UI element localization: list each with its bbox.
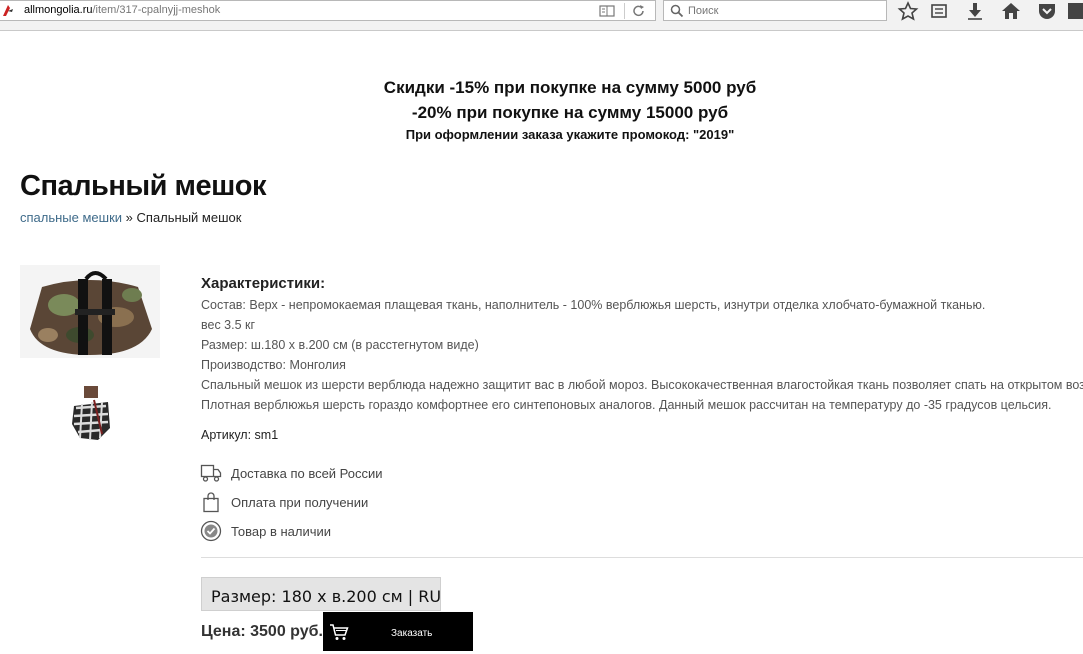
section-divider xyxy=(201,557,1083,558)
promo-line-1: Скидки -15% при покупке на сумму 5000 ру… xyxy=(383,78,757,97)
browser-toolbar: allmongolia.ru/item/317-cpalnyjj-meshok xyxy=(0,0,1083,31)
product-sku: Артикул: sm1 xyxy=(201,428,279,442)
size-selected-value: Размер: 180 х в.200 см | RUB xyxy=(211,587,441,606)
spec-composition: Состав: Верх - непромокаемая плащевая тк… xyxy=(201,298,986,312)
feature-in-stock-label: Товар в наличии xyxy=(231,524,332,539)
order-button[interactable]: Заказать xyxy=(323,612,473,651)
breadcrumb: спальные мешки » Спальный мешок xyxy=(20,210,241,225)
reader-view-icon[interactable] xyxy=(598,3,616,19)
url-separator xyxy=(624,3,625,19)
breadcrumb-current: Спальный мешок xyxy=(136,210,242,225)
check-circle-icon xyxy=(200,520,222,542)
product-image-main[interactable] xyxy=(20,265,160,358)
size-select[interactable]: Размер: 180 х в.200 см | RUB xyxy=(201,577,441,611)
spec-size: Размер: ш.180 х в.200 см (в расстегнутом… xyxy=(201,338,479,352)
download-icon[interactable] xyxy=(964,1,986,21)
bookmark-star-icon[interactable] xyxy=(897,1,919,21)
promo-code-note: При оформлении заказа укажите промокод: … xyxy=(405,127,735,142)
breadcrumb-link-sleeping-bags[interactable]: спальные мешки xyxy=(20,210,122,225)
spec-description-1: Спальный мешок из шерсти верблюда надежн… xyxy=(201,378,1083,392)
feature-payment-label: Оплата при получении xyxy=(231,495,369,510)
feature-delivery-label: Доставка по всей России xyxy=(231,466,383,481)
overflow-menu-icon[interactable] xyxy=(1068,1,1083,21)
product-price: Цена: 3500 руб. xyxy=(201,623,323,640)
spec-weight: вес 3.5 кг xyxy=(201,318,256,332)
search-icon xyxy=(670,4,684,18)
cart-icon xyxy=(330,624,349,640)
address-bar[interactable]: allmongolia.ru/item/317-cpalnyjj-meshok xyxy=(0,0,656,21)
shopping-bag-icon xyxy=(203,492,219,513)
breadcrumb-separator: » xyxy=(122,210,137,225)
pocket-icon[interactable] xyxy=(1036,1,1058,21)
url-domain: allmongolia.ru xyxy=(24,4,93,16)
promo-line-2: -20% при покупке на сумму 15000 руб xyxy=(411,103,729,122)
url-path: /item/317-cpalnyjj-meshok xyxy=(92,4,221,16)
order-button-label: Заказать xyxy=(391,628,433,639)
bookmarks-list-icon[interactable] xyxy=(928,1,950,21)
home-icon[interactable] xyxy=(1000,1,1022,21)
site-favicon-icon xyxy=(3,5,13,16)
truck-icon xyxy=(200,464,222,482)
product-image-thumb[interactable] xyxy=(68,384,114,444)
specs-heading: Характеристики: xyxy=(201,275,326,292)
spec-description-2: Плотная верблюжья шерсть гораздо комфорт… xyxy=(201,398,1052,412)
page-title: Спальный мешок xyxy=(20,170,267,202)
reload-icon[interactable] xyxy=(630,3,648,19)
search-bar[interactable] xyxy=(663,0,887,21)
spec-origin: Производство: Монголия xyxy=(201,358,346,372)
search-input[interactable] xyxy=(688,3,878,18)
url-text[interactable]: allmongolia.ru/item/317-cpalnyjj-meshok xyxy=(24,4,220,16)
